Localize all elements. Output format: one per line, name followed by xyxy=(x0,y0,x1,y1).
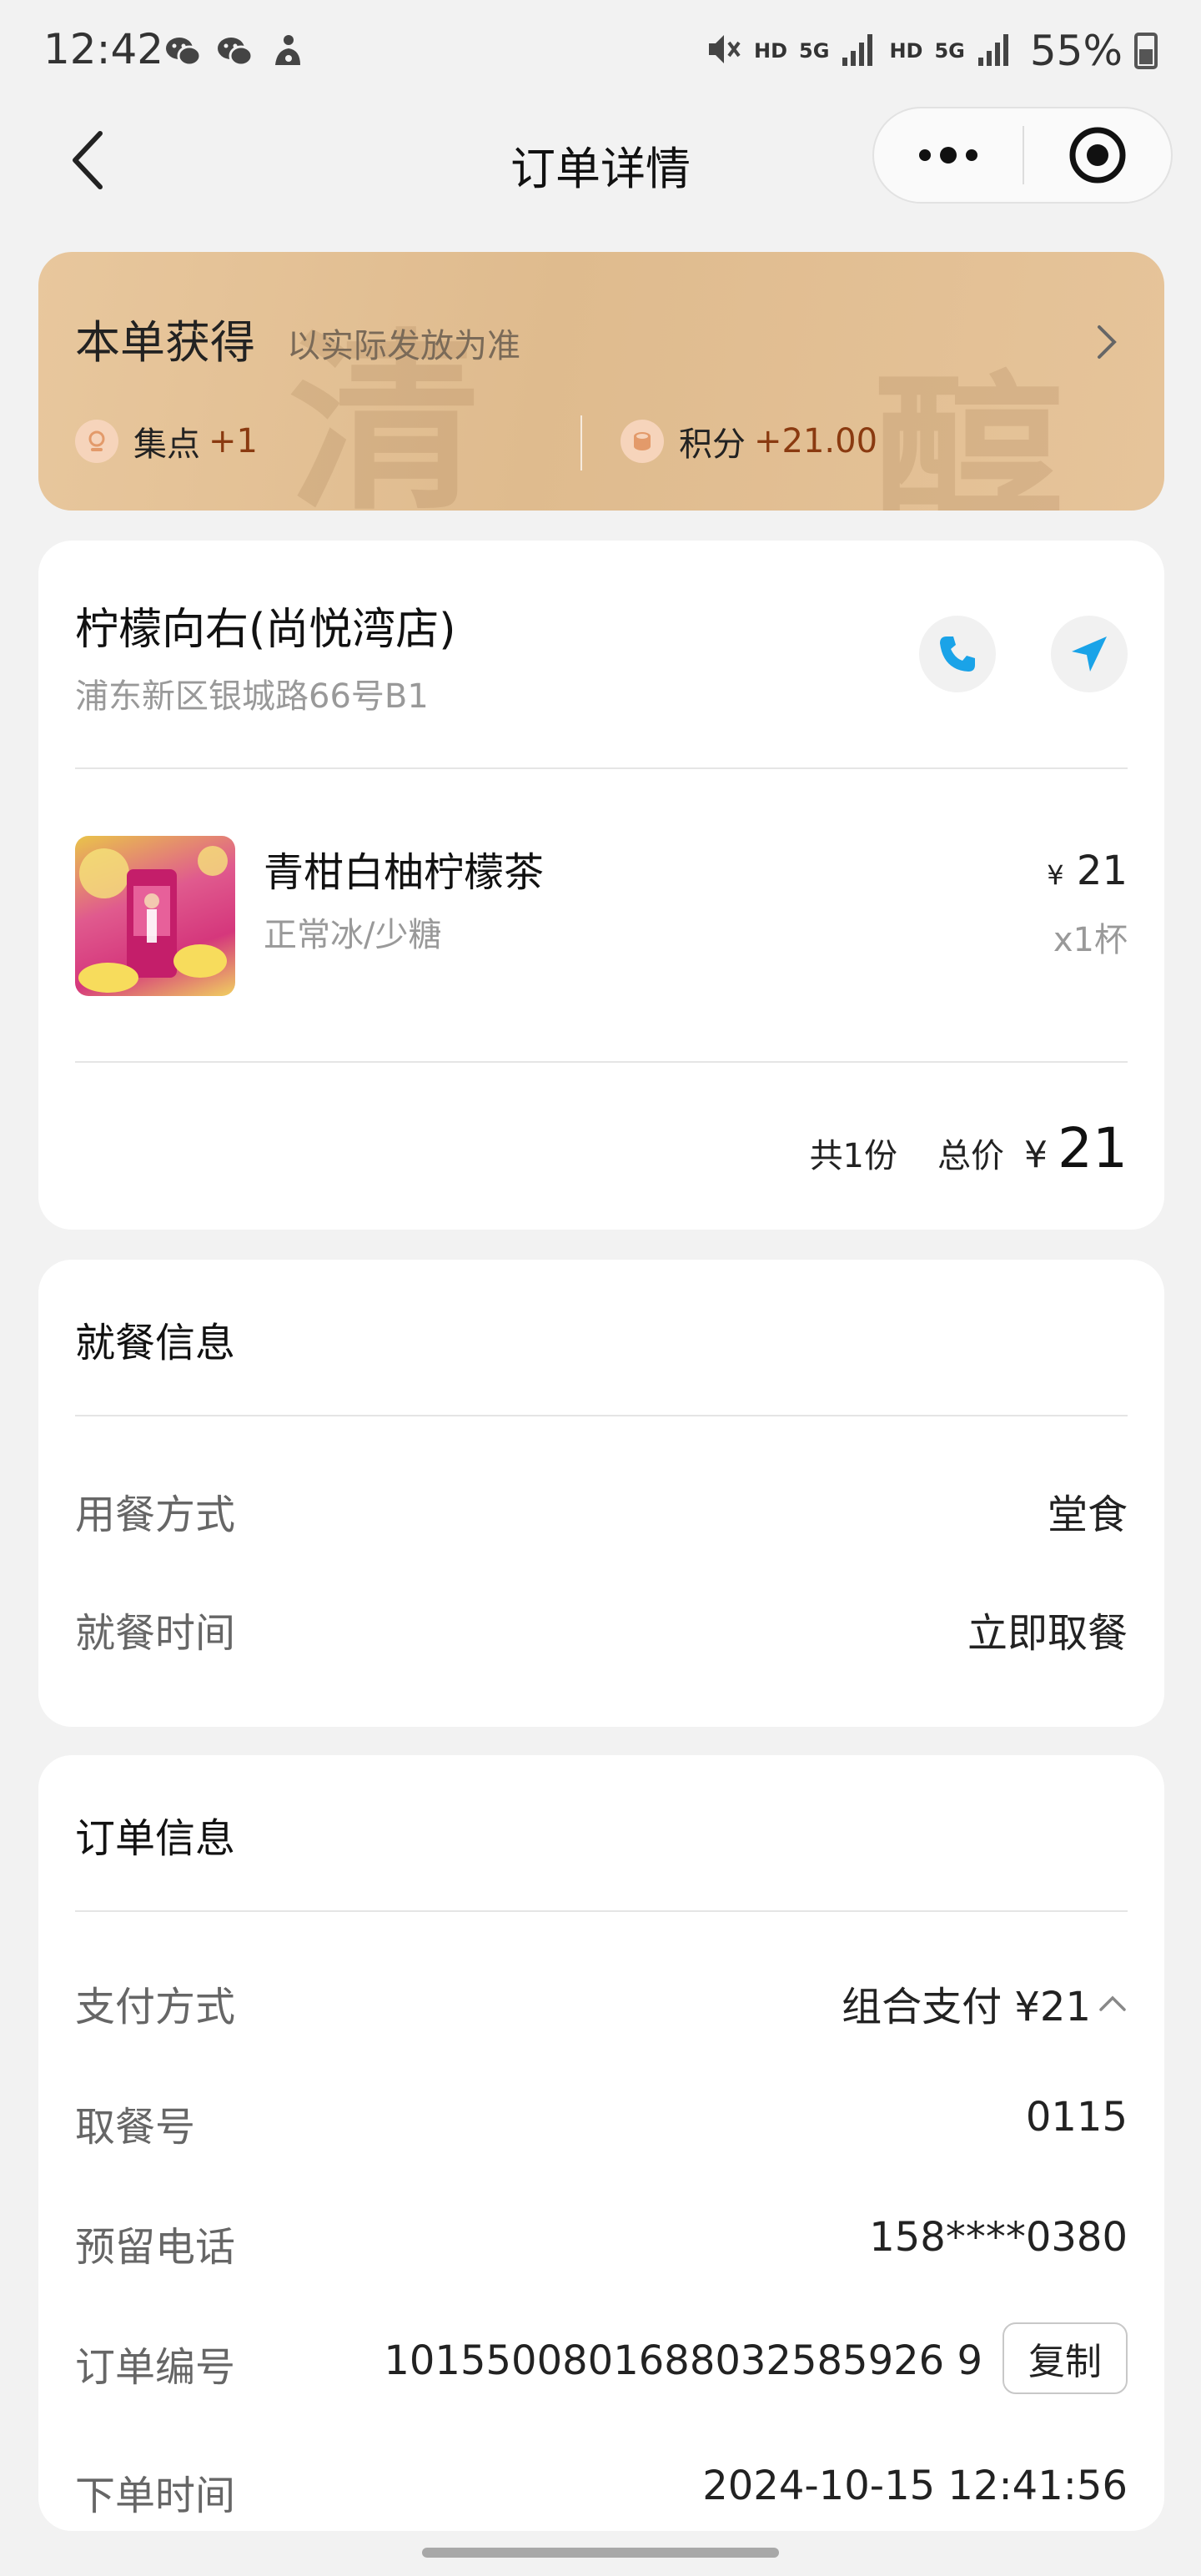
battery-level: 55% xyxy=(1029,27,1123,75)
hd-indicator: HD xyxy=(754,39,788,63)
close-miniprogram-button[interactable] xyxy=(1024,108,1171,202)
dining-info-card: 就餐信息 用餐方式 堂食 就餐时间 立即取餐 xyxy=(38,1260,1164,1727)
dining-time-value: 立即取餐 xyxy=(967,1610,1128,1657)
divider xyxy=(75,767,1128,769)
coin-icon xyxy=(621,420,664,463)
target-icon xyxy=(1069,127,1126,184)
points-stat: 积分 +21.00 xyxy=(621,417,877,465)
reward-banner[interactable]: 清 醇 本单获得 以实际发放为准 集点 +1 积分 +21.00 xyxy=(38,252,1164,511)
copy-order-number-button[interactable]: 复制 xyxy=(1003,2322,1128,2394)
home-indicator[interactable] xyxy=(422,2548,779,2558)
total-amount: 21 xyxy=(1058,1116,1128,1180)
product-quantity: x1杯 xyxy=(1053,921,1128,959)
status-time: 12:42 xyxy=(43,25,164,73)
wechat-icon xyxy=(163,32,204,72)
stat-divider xyxy=(580,415,582,470)
order-number-value: 1015500801688032585926 9 xyxy=(384,2337,982,2384)
payment-method-value: 组合支付 ¥21 xyxy=(842,1984,1091,2030)
payment-method-toggle[interactable]: 组合支付 ¥21 xyxy=(842,1974,1128,2032)
system-indicators: HD 5G HD 5G 55% xyxy=(704,27,1158,75)
more-button[interactable] xyxy=(874,108,1023,202)
product-image xyxy=(75,836,235,996)
store-name: 柠檬向右(尚悦湾店) xyxy=(75,605,456,655)
dining-mode-value: 堂食 xyxy=(1047,1492,1128,1538)
order-items-card: 柠檬向右(尚悦湾店) 浦东新区银城路66号B1 青柑白柚柠檬茶 正常冰/少糖 ¥… xyxy=(38,541,1164,1230)
product-name: 青柑白柚柠檬茶 xyxy=(264,849,545,896)
dining-time-label: 就餐时间 xyxy=(75,1610,236,1657)
total-label: 总价 xyxy=(937,1137,1005,1175)
phone-label: 预留电话 xyxy=(75,2224,236,2271)
nav-bar: 订单详情 xyxy=(0,107,1201,214)
hd-indicator: HD xyxy=(889,39,923,63)
signal-icon xyxy=(841,33,877,69)
currency-symbol: ¥ xyxy=(1047,859,1064,891)
network-type: 5G xyxy=(799,39,830,63)
currency-symbol: ¥ xyxy=(1024,1134,1048,1176)
network-type: 5G xyxy=(934,39,965,63)
app-notification-icon xyxy=(267,32,307,72)
chevron-up-icon xyxy=(1099,1995,1126,2011)
wechat-icon xyxy=(215,32,255,72)
item-count: 共1份 xyxy=(809,1137,898,1175)
phone-icon xyxy=(940,636,975,672)
navigate-store-button[interactable] xyxy=(1051,616,1128,692)
banner-watermark: 醇 xyxy=(872,353,1065,511)
product-price: ¥ 21 xyxy=(1047,848,1128,894)
mute-icon xyxy=(704,30,742,72)
stamps-stat: 集点 +1 xyxy=(75,417,258,465)
store-address: 浦东新区银城路66号B1 xyxy=(75,677,429,716)
stamps-label: 集点 xyxy=(133,425,200,464)
status-bar: 12:42 HD 5G HD 5G 55% xyxy=(0,0,1201,100)
reward-subtitle: 以实际发放为准 xyxy=(287,327,520,365)
battery-icon xyxy=(1134,33,1158,69)
navigation-arrow-icon xyxy=(1072,636,1107,672)
order-total-row: 共1份 总价 ¥ 21 xyxy=(810,1116,1128,1180)
stamps-value: +1 xyxy=(209,422,258,460)
stamp-icon xyxy=(75,420,118,463)
pickup-number-label: 取餐号 xyxy=(75,2104,196,2151)
points-value: +21.00 xyxy=(754,422,878,460)
divider xyxy=(75,1910,1128,1912)
dining-mode-label: 用餐方式 xyxy=(75,1492,236,1538)
divider xyxy=(75,1415,1128,1416)
price-value: 21 xyxy=(1076,848,1128,894)
notification-icons xyxy=(163,32,307,72)
section-title: 订单信息 xyxy=(75,1815,236,1862)
payment-method-label: 支付方式 xyxy=(75,1984,236,2030)
phone-value: 158****0380 xyxy=(869,2214,1128,2261)
divider xyxy=(75,1061,1128,1063)
order-info-card: 订单信息 支付方式 组合支付 ¥21 取餐号 0115 预留电话 158****… xyxy=(38,1755,1164,2531)
more-dots-icon xyxy=(919,147,977,164)
miniprogram-capsule xyxy=(872,107,1173,204)
order-time-label: 下单时间 xyxy=(75,2473,236,2519)
order-time-value: 2024-10-15 12:41:56 xyxy=(702,2463,1128,2509)
order-number-label: 订单编号 xyxy=(75,2344,236,2391)
section-title: 就餐信息 xyxy=(75,1320,236,1366)
pickup-number-value: 0115 xyxy=(1025,2094,1128,2141)
call-store-button[interactable] xyxy=(919,616,996,692)
points-label: 积分 xyxy=(679,425,746,464)
reward-title: 本单获得 xyxy=(75,316,255,369)
chevron-right-icon xyxy=(1096,324,1118,364)
product-spec: 正常冰/少糖 xyxy=(264,916,442,954)
signal-icon xyxy=(977,33,1013,69)
banner-watermark: 清 xyxy=(289,311,481,511)
